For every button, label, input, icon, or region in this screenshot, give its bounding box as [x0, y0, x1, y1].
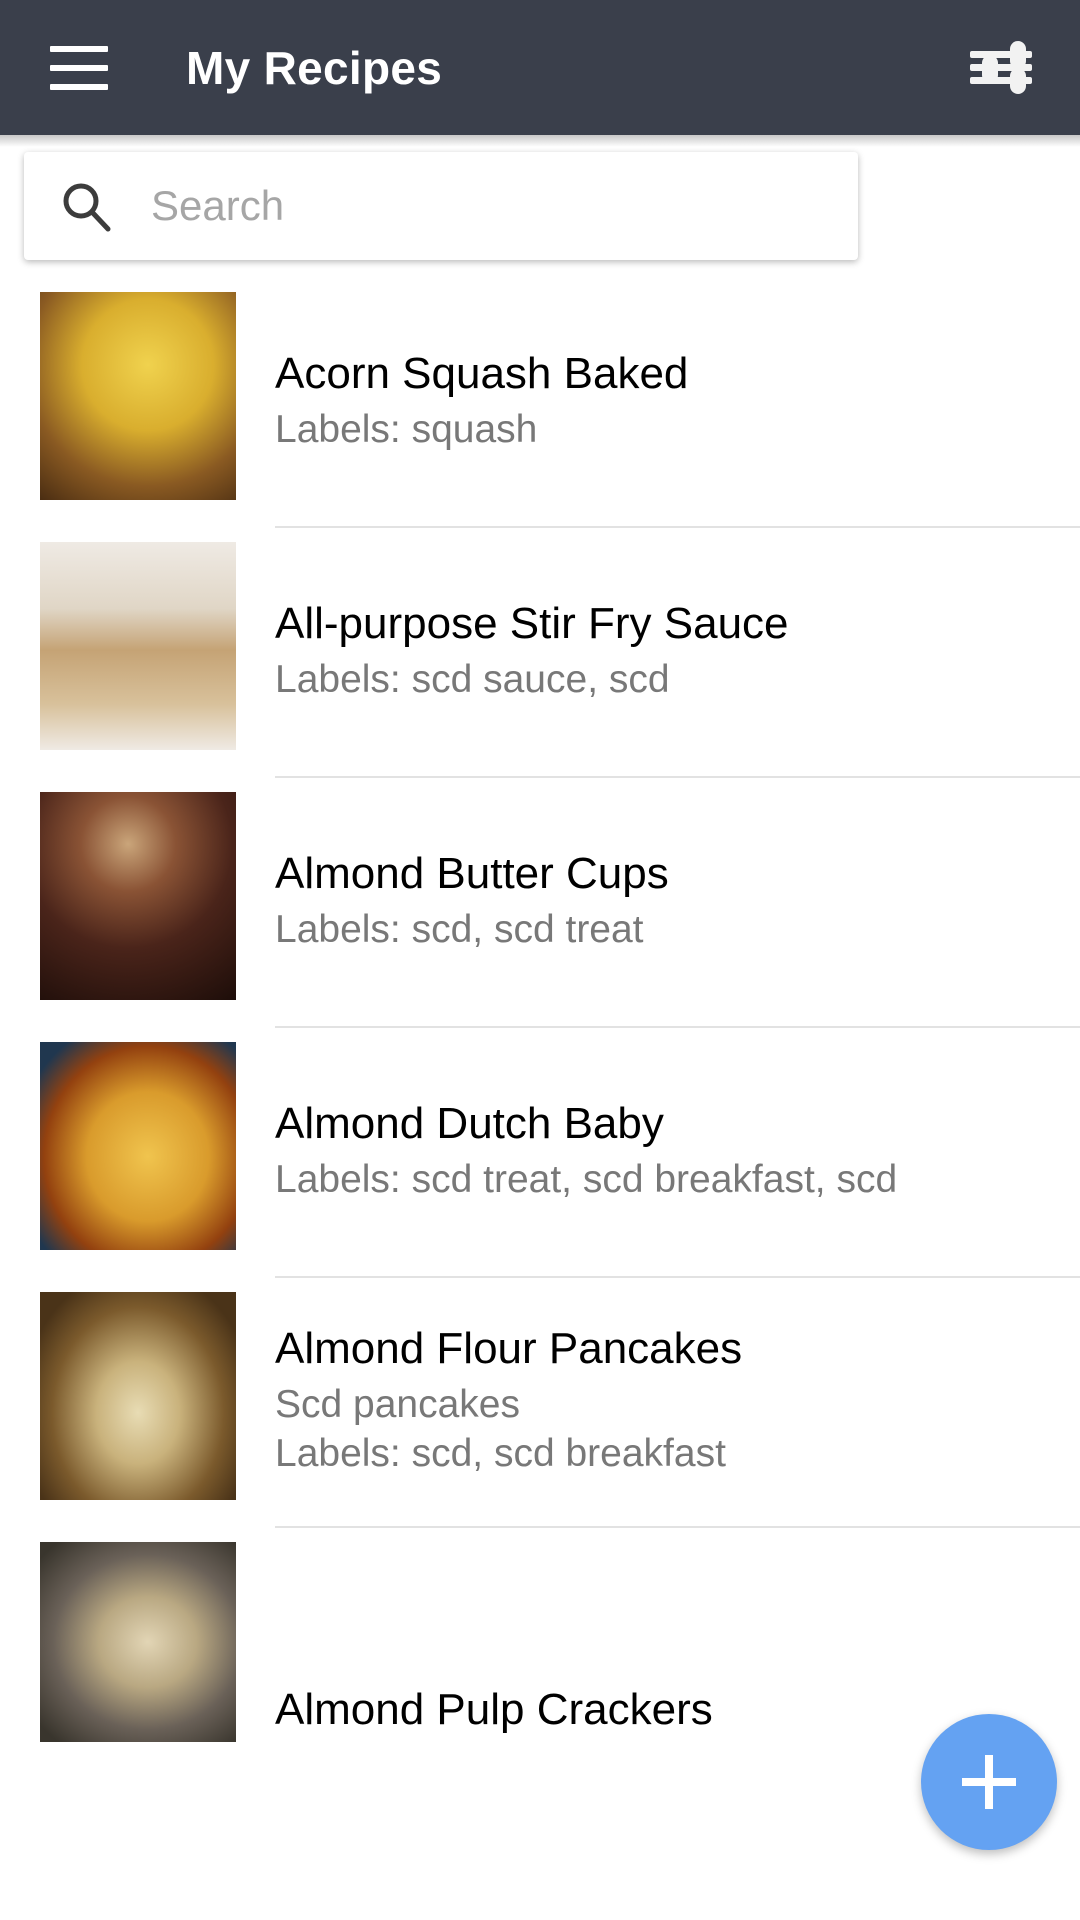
list-divider — [275, 1526, 1080, 1528]
list-divider — [275, 1026, 1080, 1028]
hamburger-line — [50, 64, 108, 71]
list-item[interactable]: All-purpose Stir Fry Sauce Labels: scd s… — [0, 542, 1080, 760]
recipe-text: Almond Dutch Baby Labels: scd treat, scd… — [275, 1042, 1080, 1260]
recipe-title: Almond Butter Cups — [275, 848, 669, 898]
list-item[interactable]: Almond Butter Cups Labels: scd, scd trea… — [0, 792, 1080, 1010]
recipe-labels: Labels: scd, scd treat — [275, 907, 644, 951]
recipe-thumbnail — [40, 1042, 236, 1250]
add-recipe-fab[interactable] — [921, 1714, 1057, 1850]
list-item[interactable]: Almond Flour Pancakes Scd pancakes Label… — [0, 1292, 1080, 1510]
recipe-text: Almond Pulp Crackers — [275, 1542, 1080, 1742]
recipe-thumbnail — [40, 542, 236, 750]
recipe-title: Almond Dutch Baby — [275, 1098, 664, 1148]
search-icon — [60, 180, 112, 232]
search-bar[interactable] — [24, 152, 858, 260]
page-title: My Recipes — [186, 41, 443, 94]
recipe-thumbnail — [40, 292, 236, 500]
recipe-thumbnail — [40, 1542, 236, 1742]
recipe-labels: Labels: scd, scd breakfast — [275, 1431, 726, 1475]
recipe-title: Almond Pulp Crackers — [275, 1685, 713, 1735]
recipe-list-screen: My Recipes Acorn Sq — [0, 0, 1080, 1920]
recipe-thumbnail — [40, 1292, 236, 1500]
list-item[interactable]: Almond Pulp Crackers — [0, 1542, 1080, 1742]
recipe-text: All-purpose Stir Fry Sauce Labels: scd s… — [275, 542, 1080, 760]
plus-icon — [985, 1755, 993, 1809]
recipe-title: Almond Flour Pancakes — [275, 1324, 743, 1374]
recipe-text: Almond Flour Pancakes Scd pancakes Label… — [275, 1292, 1080, 1510]
recipe-title: All-purpose Stir Fry Sauce — [275, 598, 789, 648]
recipe-list: Acorn Squash Baked Labels: squash All-pu… — [0, 292, 1080, 1742]
tune-sliders-icon[interactable] — [968, 36, 1034, 98]
recipe-labels: Labels: squash — [275, 407, 538, 451]
list-item[interactable]: Almond Dutch Baby Labels: scd treat, scd… — [0, 1042, 1080, 1260]
list-divider — [275, 776, 1080, 778]
recipe-text: Almond Butter Cups Labels: scd, scd trea… — [275, 792, 1080, 1010]
app-bar-shadow — [0, 135, 1080, 147]
recipe-thumbnail — [40, 792, 236, 1000]
list-item[interactable]: Acorn Squash Baked Labels: squash — [0, 292, 1080, 510]
recipe-text: Acorn Squash Baked Labels: squash — [275, 292, 1080, 510]
recipe-title: Acorn Squash Baked — [275, 348, 689, 398]
list-divider — [275, 526, 1080, 528]
app-bar: My Recipes — [0, 0, 1080, 135]
hamburger-line — [50, 45, 108, 52]
search-input[interactable] — [151, 182, 791, 230]
list-divider — [275, 1276, 1080, 1278]
recipe-subtitle: Scd pancakes — [275, 1383, 520, 1427]
hamburger-line — [50, 83, 108, 90]
recipe-labels: Labels: scd treat, scd breakfast, scd — [275, 1157, 898, 1201]
hamburger-menu-icon[interactable] — [50, 45, 108, 90]
recipe-labels: Labels: scd sauce, scd — [275, 657, 670, 701]
